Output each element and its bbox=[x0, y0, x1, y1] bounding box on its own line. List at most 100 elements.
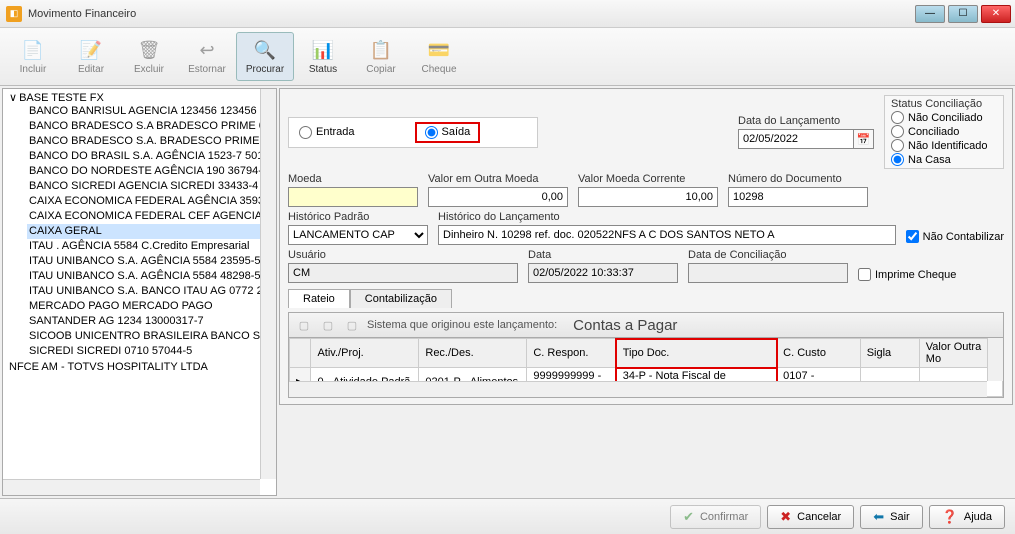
tree-item[interactable]: ITAU . AGÊNCIA 5584 C.Credito Empresaria… bbox=[27, 239, 276, 254]
tree-item[interactable]: BANCO BRADESCO S.A BRADESCO PRIME 06 bbox=[27, 119, 276, 134]
data-concil-label: Data de Conciliação bbox=[688, 249, 848, 261]
cheque-label: Cheque bbox=[421, 64, 456, 75]
status-nao-conciliado[interactable]: Não Conciliado bbox=[891, 111, 997, 124]
confirmar-button[interactable]: ✔ Confirmar bbox=[670, 505, 761, 529]
origin-value: Contas a Pagar bbox=[573, 317, 677, 334]
editar-label: Editar bbox=[78, 64, 104, 75]
check-icon: ✔ bbox=[683, 509, 694, 525]
collapse-icon[interactable]: ∨ bbox=[9, 91, 17, 104]
grid-header-row: Ativ./Proj. Rec./Des. C. Respon. Tipo Do… bbox=[290, 339, 1003, 368]
num-documento-label: Número do Documento bbox=[728, 173, 868, 185]
hist-lanc-input[interactable] bbox=[438, 225, 896, 245]
tab-bar: Rateio Contabilização bbox=[288, 289, 1004, 308]
status-nao-identificado[interactable]: Não Identificado bbox=[891, 139, 997, 152]
new-doc-icon: 📄 bbox=[21, 38, 45, 62]
moeda-input[interactable] bbox=[288, 187, 418, 207]
tree-item[interactable]: ITAU UNIBANCO S.A. AGÊNCIA 5584 23595-5 bbox=[27, 254, 276, 269]
tree-item[interactable]: CAIXA ECONOMICA FEDERAL AGÊNCIA 3593 bbox=[27, 194, 276, 209]
tree-item[interactable]: MERCADO PAGO MERCADO PAGO bbox=[27, 299, 276, 314]
col-crespon[interactable]: C. Respon. bbox=[527, 339, 616, 368]
calendar-icon[interactable]: 📅 bbox=[854, 129, 874, 149]
grid-add-icon[interactable]: ▢ bbox=[295, 316, 313, 334]
incluir-label: Incluir bbox=[20, 64, 47, 75]
tab-contabilizacao[interactable]: Contabilização bbox=[350, 289, 452, 308]
window-title: Movimento Financeiro bbox=[28, 8, 915, 20]
excluir-button[interactable]: 🗑 Excluir bbox=[120, 32, 178, 81]
hist-padrao-label: Histórico Padrão bbox=[288, 211, 428, 223]
copiar-label: Copiar bbox=[366, 64, 395, 75]
usuario-input bbox=[288, 263, 518, 283]
search-icon: 🔍 bbox=[253, 38, 277, 62]
tree-root-2[interactable]: NFCE AM - TOTVS HOSPITALITY LTDA bbox=[9, 361, 276, 373]
col-ativ[interactable]: Ativ./Proj. bbox=[311, 339, 419, 368]
status-label: Status bbox=[309, 64, 337, 75]
hist-lanc-label: Histórico do Lançamento bbox=[438, 211, 896, 223]
imprime-cheque-check[interactable]: Imprime Cheque bbox=[858, 268, 956, 281]
entrada-radio[interactable]: Entrada bbox=[299, 122, 355, 143]
close-button[interactable]: ✕ bbox=[981, 5, 1011, 23]
tree-item[interactable]: CAIXA GERAL bbox=[27, 224, 276, 239]
cancelar-button[interactable]: ✖ Cancelar bbox=[767, 505, 854, 529]
tree-item[interactable]: BANCO BANRISUL AGENCIA 123456 123456 bbox=[27, 104, 276, 119]
tree-root[interactable]: ∨ BASE TESTE FX bbox=[9, 91, 276, 104]
tree-item[interactable]: SICREDI SICREDI 0710 57044-5 bbox=[27, 344, 276, 359]
valor-corrente-input[interactable] bbox=[578, 187, 718, 207]
tree-item[interactable]: BANCO DO BRASIL S.A. AGÊNCIA 1523-7 501 bbox=[27, 149, 276, 164]
maximize-button[interactable]: ☐ bbox=[948, 5, 978, 23]
grid-horizontal-scrollbar[interactable] bbox=[289, 381, 987, 397]
estornar-button[interactable]: ↩ Estornar bbox=[178, 32, 236, 81]
tree-item[interactable]: BANCO DO NORDESTE AGÊNCIA 190 36794- bbox=[27, 164, 276, 179]
hist-padrao-select[interactable]: LANCAMENTO CAP bbox=[288, 225, 428, 245]
exit-icon: ⬅ bbox=[873, 509, 884, 525]
procurar-label: Procurar bbox=[246, 64, 284, 75]
incluir-button[interactable]: 📄 Incluir bbox=[4, 32, 62, 81]
col-ccusto[interactable]: C. Custo bbox=[777, 339, 861, 368]
help-icon: ❓ bbox=[942, 509, 958, 525]
status-na-casa[interactable]: Na Casa bbox=[891, 153, 997, 166]
col-rec[interactable]: Rec./Des. bbox=[419, 339, 527, 368]
tree-vertical-scrollbar[interactable] bbox=[260, 89, 276, 479]
nao-contabilizar-check[interactable]: Não Contabilizar bbox=[906, 230, 1004, 243]
status-conciliacao-label: Status Conciliação bbox=[891, 98, 997, 110]
status-button[interactable]: 📊 Status bbox=[294, 32, 352, 81]
col-tipodoc[interactable]: Tipo Doc. bbox=[616, 339, 776, 368]
tab-rateio[interactable]: Rateio bbox=[288, 289, 350, 308]
tree-horizontal-scrollbar[interactable] bbox=[3, 479, 260, 495]
col-sigla[interactable]: Sigla bbox=[860, 339, 919, 368]
tree-item[interactable]: CAIXA ECONOMICA FEDERAL CEF AGENCIA 3 bbox=[27, 209, 276, 224]
grid-vertical-scrollbar[interactable] bbox=[987, 338, 1003, 381]
editar-button[interactable]: 📝 Editar bbox=[62, 32, 120, 81]
app-icon: ◧ bbox=[6, 6, 22, 22]
tree-item[interactable]: BANCO BRADESCO S.A. BRADESCO PRIME 44 bbox=[27, 134, 276, 149]
procurar-button[interactable]: 🔍 Procurar bbox=[236, 32, 294, 81]
ajuda-button[interactable]: ❓ Ajuda bbox=[929, 505, 1005, 529]
cheque-button[interactable]: 💳 Cheque bbox=[410, 32, 468, 81]
valor-outra-label: Valor em Outra Moeda bbox=[428, 173, 568, 185]
saida-radio[interactable]: Saída bbox=[425, 126, 471, 139]
tree-item[interactable]: ITAU UNIBANCO S.A. AGÊNCIA 5584 48298-5 bbox=[27, 269, 276, 284]
sair-button[interactable]: ⬅ Sair bbox=[860, 505, 922, 529]
excluir-label: Excluir bbox=[134, 64, 164, 75]
tipo-movimento-group: Entrada Saída bbox=[288, 117, 538, 148]
copiar-button[interactable]: 📋 Copiar bbox=[352, 32, 410, 81]
moeda-label: Moeda bbox=[288, 173, 418, 185]
data-lancamento-input[interactable] bbox=[738, 129, 854, 149]
tree-item[interactable]: BANCO SICREDI AGENCIA SICREDI 33433-4 bbox=[27, 179, 276, 194]
valor-outra-input[interactable] bbox=[428, 187, 568, 207]
titlebar: ◧ Movimento Financeiro — ☐ ✕ bbox=[0, 0, 1015, 28]
cancel-icon: ✖ bbox=[780, 509, 791, 525]
valor-corrente-label: Valor Moeda Corrente bbox=[578, 173, 718, 185]
data-input bbox=[528, 263, 678, 283]
minimize-button[interactable]: — bbox=[915, 5, 945, 23]
edit-doc-icon: 📝 bbox=[79, 38, 103, 62]
status-conciliado[interactable]: Conciliado bbox=[891, 125, 997, 138]
tree-item[interactable]: SANTANDER AG 1234 13000317-7 bbox=[27, 314, 276, 329]
num-documento-input[interactable] bbox=[728, 187, 868, 207]
grid-edit-icon[interactable]: ▢ bbox=[319, 316, 337, 334]
toolbar: 📄 Incluir 📝 Editar 🗑 Excluir ↩ Estornar … bbox=[0, 28, 1015, 86]
tree-item[interactable]: SICOOB UNICENTRO BRASILEIRA BANCO SIC bbox=[27, 329, 276, 344]
undo-icon: ↩ bbox=[195, 38, 219, 62]
tree-item[interactable]: ITAU UNIBANCO S.A. BANCO ITAU AG 0772 2 bbox=[27, 284, 276, 299]
saida-label: Saída bbox=[442, 126, 471, 138]
grid-del-icon[interactable]: ▢ bbox=[343, 316, 361, 334]
